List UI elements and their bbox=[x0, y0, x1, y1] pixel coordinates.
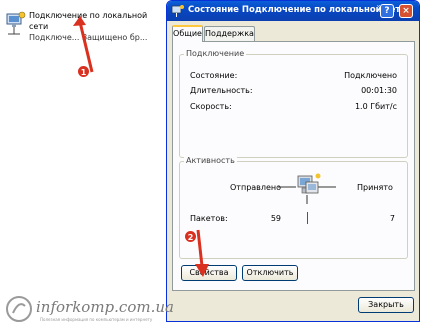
activity-computers-icon bbox=[278, 168, 338, 204]
network-connection-icon bbox=[4, 10, 26, 40]
network-title-icon bbox=[171, 4, 185, 18]
duration-value: 00:01:30 bbox=[361, 86, 397, 95]
connection-group-heading: Подключение bbox=[184, 49, 247, 58]
watermark-site: inforkomp.com.ua bbox=[36, 298, 174, 316]
packets-divider bbox=[307, 212, 308, 224]
help-button[interactable]: ? bbox=[380, 4, 394, 18]
speed-label: Скорость: bbox=[190, 102, 232, 111]
tab-general[interactable]: Общие bbox=[172, 25, 203, 42]
duration-label: Длительность: bbox=[190, 86, 253, 95]
packets-received-value: 7 bbox=[389, 214, 395, 223]
annotation-marker-1: 1 bbox=[77, 65, 90, 78]
annotation-marker-2: 2 bbox=[184, 230, 197, 243]
tab-support[interactable]: Поддержка bbox=[204, 26, 255, 41]
dialog-title: Состояние Подключение по локальной сети bbox=[188, 5, 407, 15]
activity-group-heading: Активность bbox=[184, 156, 237, 165]
dialog-titlebar[interactable]: Состояние Подключение по локальной сети … bbox=[167, 1, 419, 21]
speed-value: 1.0 Гбит/с bbox=[354, 102, 397, 111]
sent-label: Отправлено bbox=[230, 183, 282, 192]
activity-group: Активность Отправлено Принято Пакетов: 5… bbox=[179, 156, 408, 259]
packets-label: Пакетов: bbox=[190, 214, 228, 223]
packets-sent-value: 59 bbox=[270, 214, 281, 223]
disable-button[interactable]: Отключить bbox=[242, 265, 298, 281]
close-dialog-button[interactable]: Закрыть bbox=[358, 297, 414, 313]
state-label: Состояние: bbox=[190, 71, 238, 80]
close-window-button[interactable]: × bbox=[399, 4, 413, 18]
received-label: Принято bbox=[357, 183, 393, 192]
connection-group: Подключение Состояние: Подключено Длител… bbox=[179, 49, 408, 158]
state-value: Подключено bbox=[344, 71, 397, 80]
watermark-tagline: Полезная информация по компьютерам и инт… bbox=[40, 317, 153, 322]
watermark-logo-icon bbox=[4, 294, 34, 324]
